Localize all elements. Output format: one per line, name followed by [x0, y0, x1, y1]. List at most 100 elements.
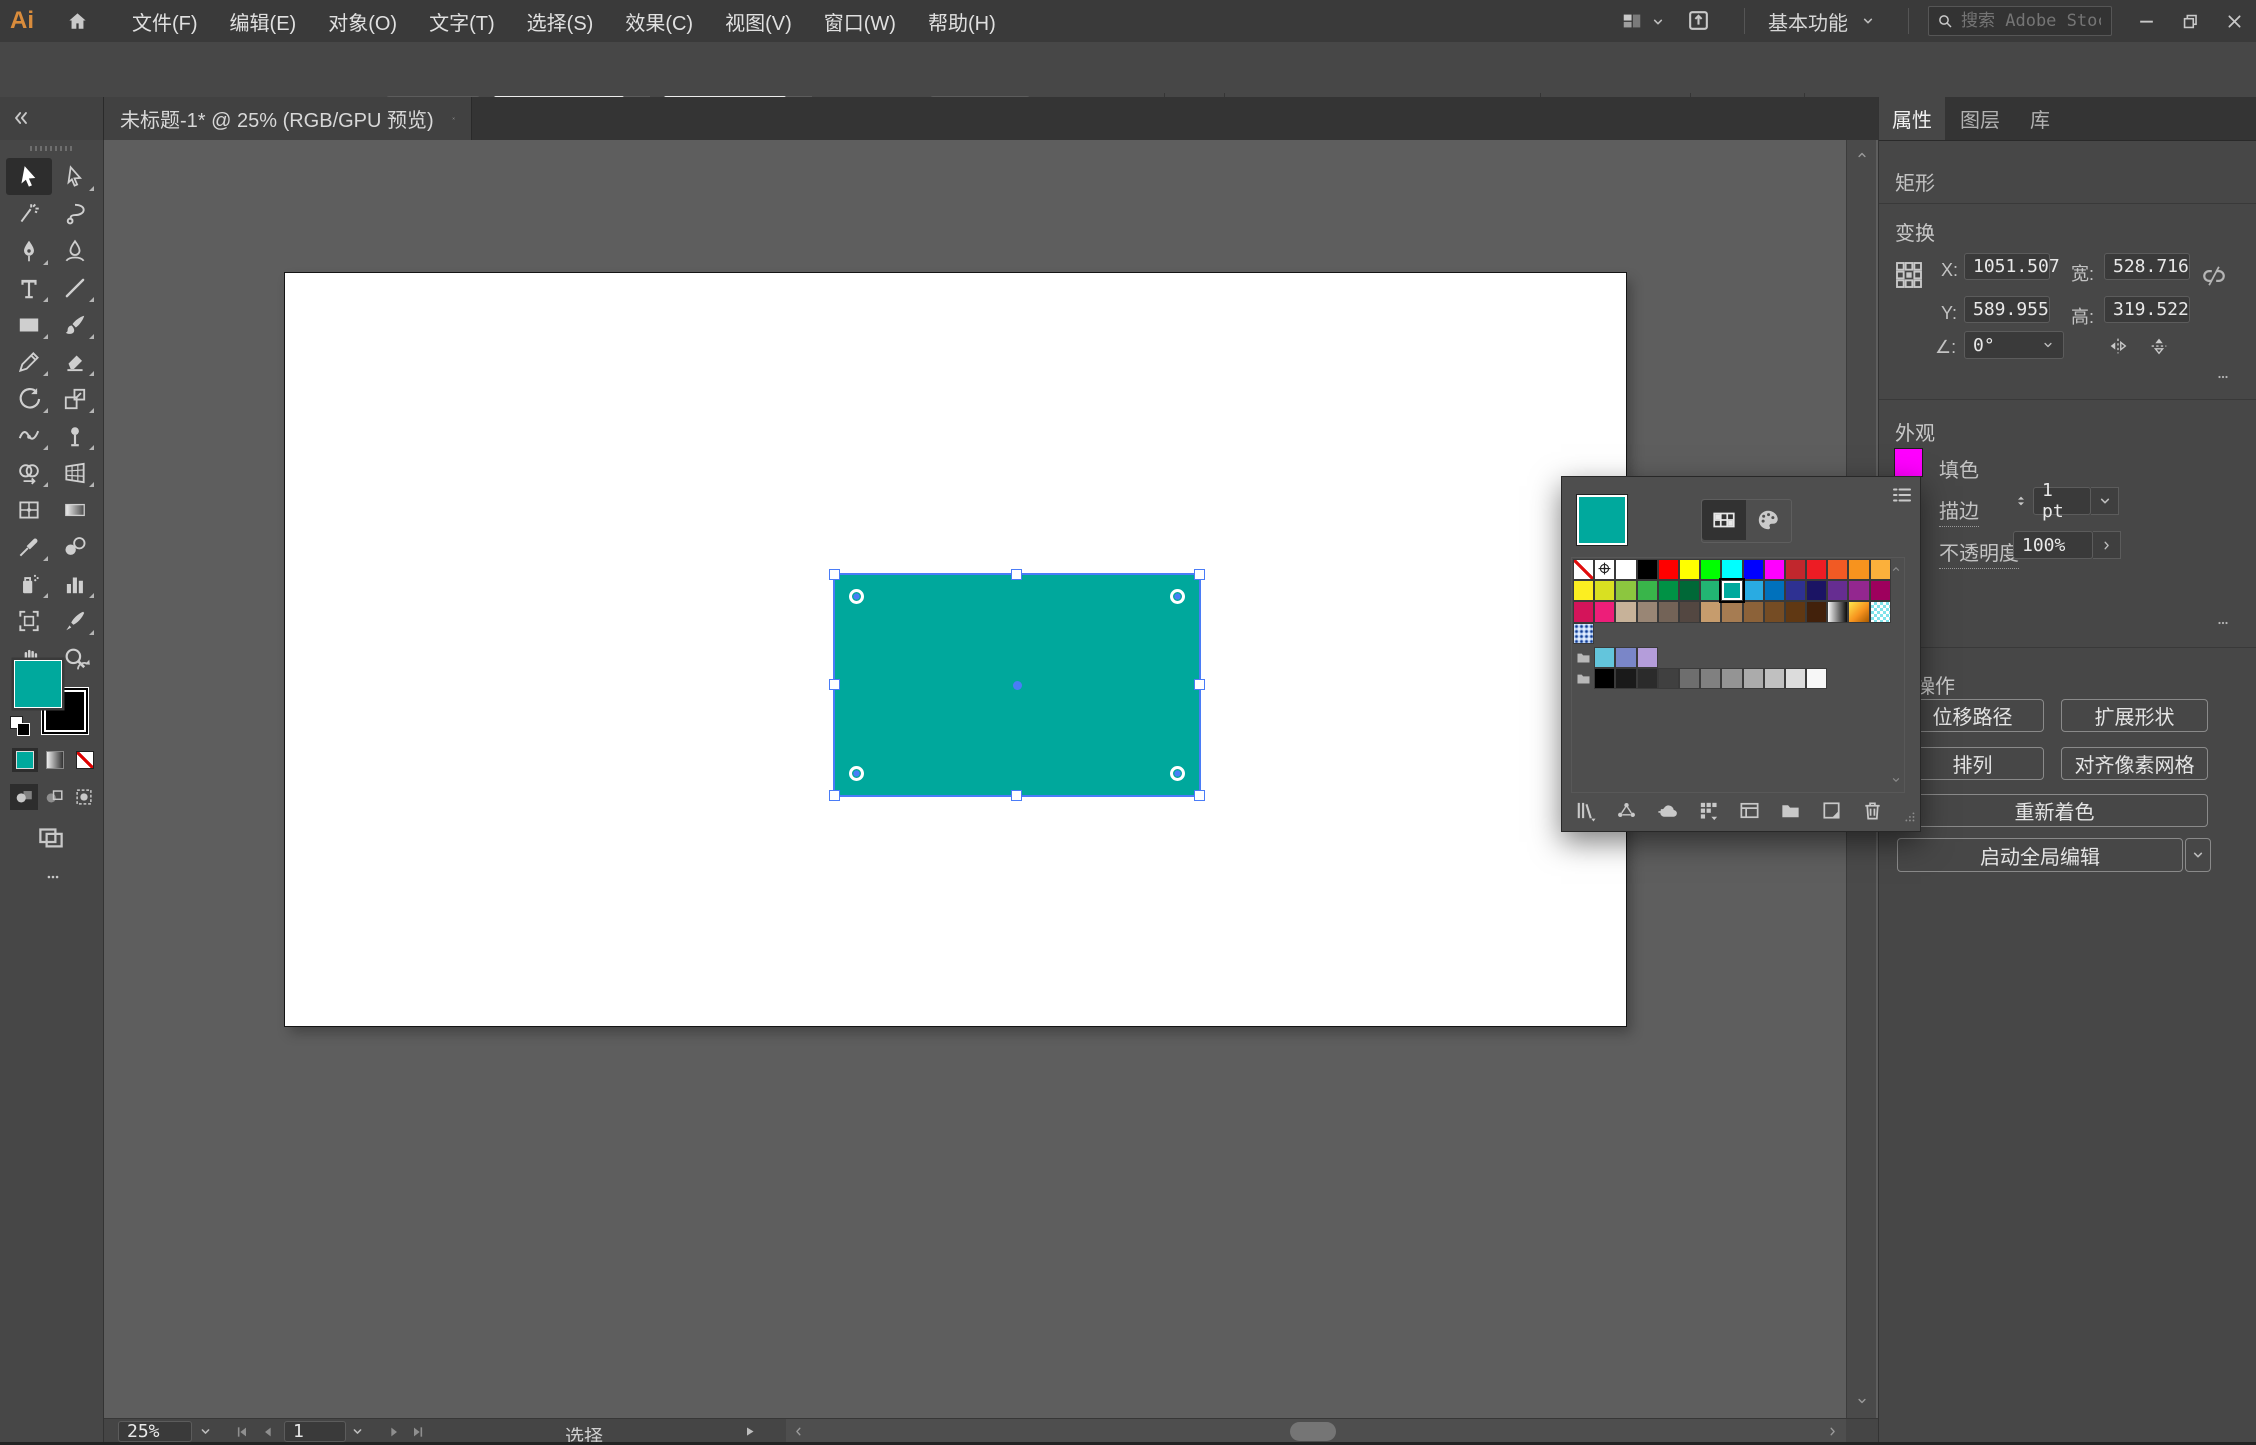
new-swatch-icon[interactable] — [1820, 799, 1843, 822]
corner-widget-nw[interactable] — [849, 589, 864, 604]
popup-menu-icon[interactable] — [1890, 483, 1914, 507]
swatch-light-orange[interactable] — [1869, 559, 1891, 581]
x-field[interactable]: 1051.507 — [1964, 253, 2060, 280]
tool-slice[interactable] — [52, 602, 98, 639]
close-tab-icon[interactable] — [452, 111, 455, 126]
menu-item[interactable]: 窗口(W) — [808, 0, 912, 42]
screen-mode-icon[interactable] — [34, 822, 68, 852]
corner-widget-ne[interactable] — [1170, 589, 1185, 604]
swatch-orange-red[interactable] — [1827, 559, 1849, 581]
tool-eyedropper[interactable] — [6, 528, 52, 565]
next-artboard-icon[interactable] — [386, 1424, 402, 1440]
tool-curvature[interactable] — [52, 232, 98, 269]
swatch-#F7F7F7[interactable] — [1806, 668, 1828, 690]
tool-puppet-warp[interactable] — [52, 417, 98, 454]
resize-grip-icon[interactable] — [1900, 807, 1917, 824]
swatch-taupe[interactable] — [1636, 601, 1658, 623]
expand-shape-button[interactable]: 扩展形状 — [2061, 699, 2208, 732]
swatch-red[interactable] — [1657, 559, 1679, 581]
swatch-pattern-cyan-fade[interactable] — [1869, 601, 1891, 623]
swatch-camel[interactable] — [1721, 601, 1743, 623]
tool-mesh[interactable] — [6, 491, 52, 528]
swatch-violet[interactable] — [1848, 580, 1870, 602]
swatch-kinds-icon[interactable] — [1697, 799, 1720, 822]
handle-se[interactable] — [1194, 790, 1205, 801]
restore-button[interactable] — [2168, 0, 2212, 42]
fill-color-well[interactable] — [14, 660, 62, 708]
tool-type[interactable] — [6, 269, 52, 306]
tool-shaper[interactable] — [6, 343, 52, 380]
transform-more-icon[interactable] — [2211, 371, 2235, 383]
appearance-fill-swatch[interactable] — [1894, 448, 1923, 477]
fill-gradient-button[interactable] — [42, 748, 68, 772]
artboard-number-field[interactable]: 1 — [284, 1421, 346, 1442]
swatch-darkest-brown[interactable] — [1806, 601, 1828, 623]
swatch-dark-taupe[interactable] — [1678, 601, 1701, 623]
swatch-medium-brown[interactable] — [1763, 601, 1785, 623]
swatch-#6E6E6E[interactable] — [1678, 668, 1701, 690]
corner-widget-sw[interactable] — [849, 766, 864, 781]
handle-sw[interactable] — [829, 790, 840, 801]
swatch-dark-brown[interactable] — [1784, 601, 1807, 623]
layout-chevron-icon[interactable] — [1650, 14, 1666, 30]
tool-rectangle[interactable] — [6, 306, 52, 343]
swatch-dark-magenta[interactable] — [1869, 580, 1891, 602]
tool-gradient[interactable] — [52, 491, 98, 528]
tool-pen[interactable] — [6, 232, 52, 269]
tool-column-graph[interactable] — [52, 565, 98, 602]
fill-none-button[interactable] — [72, 748, 98, 772]
handle-s[interactable] — [1011, 790, 1022, 801]
swatches-view-button[interactable] — [1702, 500, 1746, 540]
tool-paintbrush[interactable] — [52, 306, 98, 343]
swatch-dark-red[interactable] — [1784, 559, 1807, 581]
swatch-#DCDCDC[interactable] — [1784, 668, 1807, 690]
default-colors-icon[interactable] — [10, 716, 30, 736]
appearance-stroke-label[interactable]: 描边 — [1939, 495, 1979, 527]
tool-shape-builder[interactable] — [6, 454, 52, 491]
swatch-dark-green[interactable] — [1678, 580, 1701, 602]
status-play-icon[interactable] — [742, 1424, 757, 1439]
tab-layers[interactable]: 图层 — [1945, 97, 2015, 140]
swatch-indigo[interactable] — [1784, 580, 1807, 602]
tool-perspective-grid[interactable] — [52, 454, 98, 491]
swatch-light-green[interactable] — [1615, 580, 1637, 602]
corner-widget-se[interactable] — [1170, 766, 1185, 781]
tool-lasso[interactable] — [52, 195, 98, 232]
menu-item[interactable]: 对象(O) — [312, 0, 413, 42]
zoom-chevron-icon[interactable] — [198, 1424, 213, 1439]
menu-item[interactable]: 文件(F) — [116, 0, 214, 42]
stock-search-field[interactable] — [1928, 6, 2112, 36]
swatch-#808080[interactable] — [1700, 668, 1722, 690]
swatch-purple[interactable] — [1827, 580, 1849, 602]
scrollbar-thumb[interactable] — [1290, 1422, 1336, 1441]
swatch-#ABABAB[interactable] — [1742, 668, 1764, 690]
tool-width[interactable] — [6, 417, 52, 454]
swatch-#1A1A1A[interactable] — [1615, 668, 1637, 690]
swatch-yellow[interactable] — [1678, 559, 1701, 581]
swatch-#C0C0C0[interactable] — [1763, 668, 1785, 690]
swatch-#000000[interactable] — [1594, 668, 1616, 690]
libraries-icon[interactable] — [1574, 799, 1597, 822]
edit-toolbar-dots-icon[interactable] — [40, 870, 66, 884]
height-field[interactable]: 319.522 — [2104, 296, 2190, 323]
handle-w[interactable] — [829, 679, 840, 690]
color-mixer-button[interactable] — [1746, 500, 1790, 540]
swatch-#949494[interactable] — [1721, 668, 1743, 690]
swatch-gray-brown[interactable] — [1657, 601, 1679, 623]
menu-item[interactable]: 编辑(E) — [214, 0, 313, 42]
arrange-button[interactable]: 排列 — [1901, 747, 2044, 780]
swatch-bright-red[interactable] — [1806, 559, 1828, 581]
swatch-gradient-orange[interactable] — [1848, 601, 1870, 623]
draw-normal-button[interactable] — [10, 784, 38, 810]
swatch-#2B2B2B[interactable] — [1636, 668, 1658, 690]
swatch-grass-green[interactable] — [1636, 580, 1658, 602]
appearance-opacity-field[interactable]: 100% — [2013, 531, 2093, 559]
offset-path-button[interactable]: 位移路径 — [1901, 699, 2044, 732]
handle-ne[interactable] — [1194, 569, 1205, 580]
swatch-green[interactable] — [1700, 559, 1722, 581]
swatch-options-icon[interactable] — [1738, 799, 1761, 822]
swatch-gradient-black-white[interactable] — [1827, 601, 1849, 623]
swatch-navy[interactable] — [1806, 580, 1828, 602]
handle-e[interactable] — [1194, 679, 1205, 690]
swatch-#7A86C8[interactable] — [1615, 647, 1637, 669]
